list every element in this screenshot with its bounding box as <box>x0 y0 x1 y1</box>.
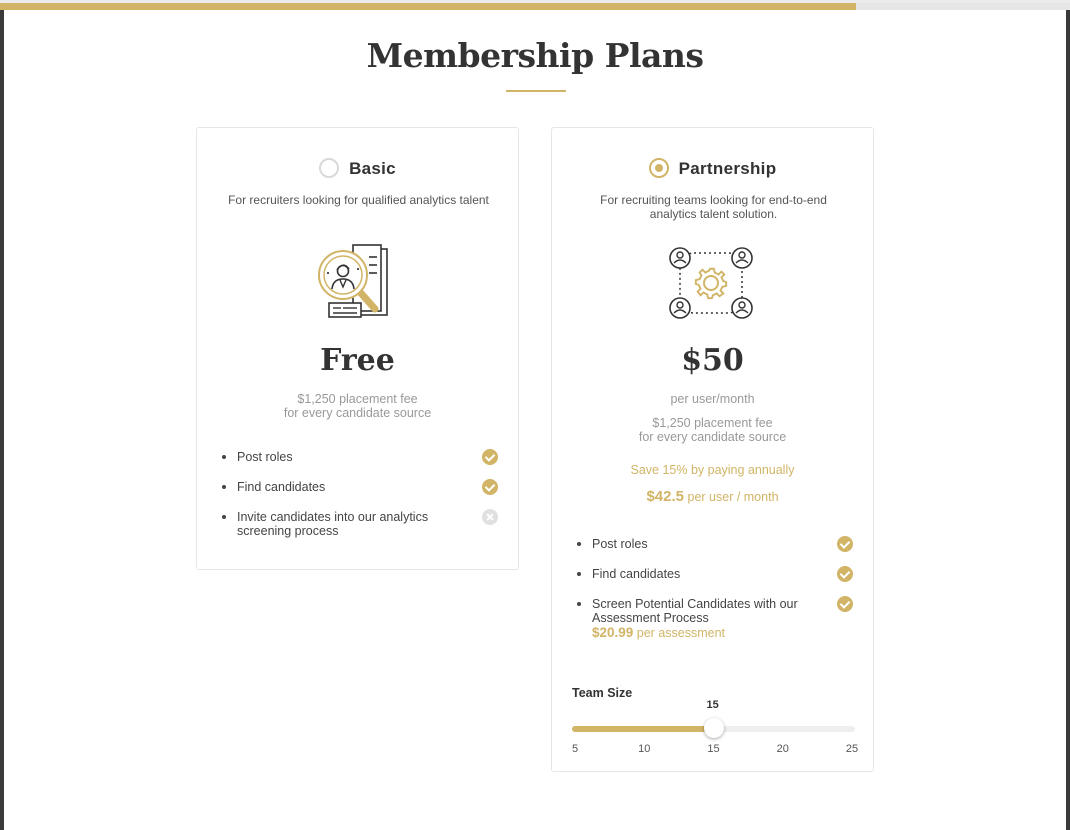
progress-bar-track <box>856 3 1070 10</box>
feature-item: Invite candidates into our analytics scr… <box>197 509 518 538</box>
page-title: Membership Plans <box>366 36 704 75</box>
check-icon <box>482 479 498 495</box>
team-size-tick: 15 <box>707 743 720 755</box>
window-frame-right <box>1066 0 1070 830</box>
placement-fee-note-basic: for every candidate source <box>283 406 432 420</box>
plan-card-partnership[interactable]: Partnership For recruiting teams looking… <box>551 127 874 772</box>
feature-list-basic: Post roles Find candidates Invite candid… <box>197 449 518 554</box>
team-size-tick: 10 <box>638 743 651 755</box>
feature-label: Find candidates <box>237 480 326 494</box>
plan-price-partnership: $50 <box>681 343 744 378</box>
feature-item: Screen Potential Candidates with our Ass… <box>552 596 873 641</box>
plan-header-partnership[interactable]: Partnership <box>552 158 873 179</box>
progress-bar <box>0 0 1070 10</box>
annual-price: $42.5 per user / month <box>552 488 873 505</box>
radio-partnership[interactable] <box>648 158 669 178</box>
check-icon <box>837 536 853 552</box>
team-size-tick: 20 <box>776 743 789 755</box>
placement-fee-note-partnership: for every candidate source <box>638 430 787 444</box>
plan-name-basic: Basic <box>349 159 396 178</box>
plan-description-basic: For recruiters looking for qualified ana… <box>228 193 489 207</box>
window-frame-left <box>0 0 4 830</box>
plan-card-basic[interactable]: Basic For recruiters looking for qualifi… <box>196 127 519 570</box>
feature-list-partnership: Post roles Find candidates Screen Potent… <box>552 536 873 656</box>
cross-icon <box>482 509 498 525</box>
feature-item: Post roles <box>552 536 873 552</box>
plan-name-partnership: Partnership <box>678 159 777 178</box>
assessment-price: $20.99 per assessment <box>592 625 813 641</box>
check-icon <box>837 566 853 582</box>
plan-price-basic: Free <box>320 343 395 378</box>
check-icon <box>482 449 498 465</box>
plan-description-partnership: For recruiting teams looking for end-to-… <box>600 193 827 221</box>
radio-basic[interactable] <box>319 158 340 178</box>
team-size-slider-fill <box>572 726 714 732</box>
progress-bar-fill <box>0 3 856 10</box>
feature-item: Post roles <box>197 449 518 465</box>
placement-fee-partnership: $1,250 placement fee <box>652 416 773 430</box>
team-size-value: 15 <box>706 699 719 711</box>
feature-label: Post roles <box>592 537 648 551</box>
annual-price-value: $42.5 <box>646 488 685 505</box>
annual-price-unit: per user / month <box>687 490 779 504</box>
title-divider <box>506 90 566 92</box>
team-size-label: Team Size <box>572 686 633 700</box>
feature-item: Find candidates <box>552 566 873 582</box>
team-network-gear-icon <box>669 247 753 319</box>
team-size-slider-thumb[interactable] <box>703 718 724 738</box>
team-size-tick: 5 <box>571 743 579 755</box>
team-size-slider[interactable] <box>572 718 855 738</box>
candidate-search-icon <box>318 244 388 318</box>
annual-discount-note: Save 15% by paying annually <box>630 463 795 477</box>
feature-label: Find candidates <box>592 567 681 581</box>
price-unit-partnership: per user/month <box>670 392 755 406</box>
feature-item: Find candidates <box>197 479 518 495</box>
feature-label: Post roles <box>237 450 293 464</box>
check-icon <box>837 596 853 612</box>
placement-fee-basic: $1,250 placement fee <box>297 392 418 406</box>
plan-header-basic[interactable]: Basic <box>197 158 518 179</box>
feature-label: Invite candidates into our analytics scr… <box>237 510 429 538</box>
assessment-price-value: $20.99 <box>592 625 634 640</box>
team-size-tick: 25 <box>845 743 859 755</box>
feature-label: Screen Potential Candidates with our Ass… <box>592 597 798 625</box>
assessment-price-unit: per assessment <box>636 626 726 640</box>
